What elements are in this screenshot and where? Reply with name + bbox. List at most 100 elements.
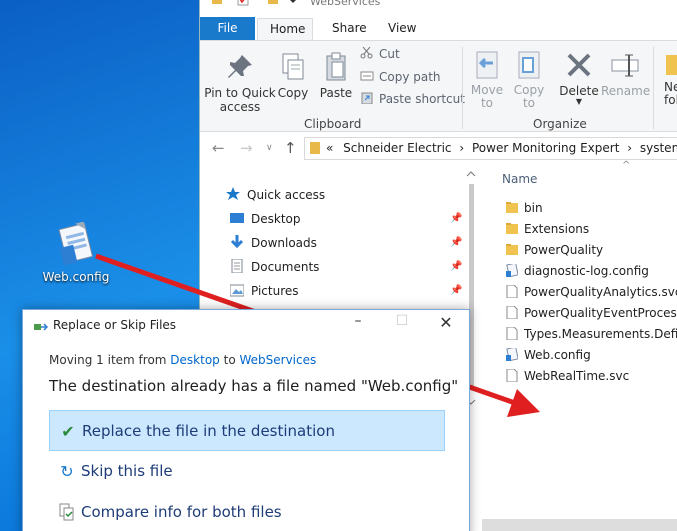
copy-path-button[interactable]: Copy path — [360, 70, 441, 84]
sidebar-item-label: Pictures — [251, 284, 299, 298]
paste-shortcut-button[interactable]: Paste shortcut — [360, 92, 465, 106]
sidebar-item-quick-access[interactable]: Quick access — [226, 187, 325, 202]
copy-button[interactable]: Copy — [276, 51, 310, 100]
skip-icon: ↻ — [60, 462, 74, 481]
target-link[interactable]: WebServices — [239, 353, 316, 367]
pin-label: Pin to Quick access — [204, 86, 276, 114]
file-list-item[interactable]: diagnostic-log.config — [506, 262, 649, 278]
sidebar-item-downloads[interactable]: Downloads — [230, 235, 317, 250]
replace-option[interactable]: ✔ Replace the file in the destination — [49, 410, 445, 451]
new-folder-button[interactable]: Ne fol — [658, 49, 677, 107]
window-title: WebServices — [310, 0, 381, 8]
chevron-right-icon: › — [627, 141, 633, 155]
paste-icon — [320, 51, 352, 83]
delete-button[interactable]: Delete ▼ — [557, 49, 601, 106]
config-file-icon — [506, 262, 519, 278]
file-list-item[interactable]: WebRealTime.svc — [506, 368, 630, 383]
ribbon-home: Pin to Quick access Copy Paste Cut Copy … — [200, 40, 677, 132]
file-list-item[interactable]: PowerQuality — [506, 243, 603, 257]
tab-file[interactable]: File — [200, 17, 255, 40]
pictures-icon — [229, 283, 245, 297]
address-overflow[interactable]: « — [326, 141, 333, 155]
rename-button[interactable]: Rename — [601, 49, 651, 98]
paste-button[interactable]: Paste — [317, 51, 355, 100]
file-list-item[interactable]: Web.config — [506, 346, 591, 362]
file-list-hscrollbar[interactable] — [482, 519, 677, 531]
navigation-pane: Quick access Desktop Downloads Documents… — [200, 165, 480, 315]
folder-icon — [658, 49, 677, 81]
chevron-right-icon: › — [459, 141, 465, 155]
replace-option-label: Replace the file in the destination — [82, 422, 335, 440]
sidebar-item-label: Documents — [251, 260, 320, 274]
tab-view[interactable]: View — [376, 18, 428, 40]
forward-icon[interactable]: → — [240, 139, 253, 157]
file-icon — [506, 305, 518, 320]
organize-group-label: Organize — [533, 117, 587, 131]
sidebar-item-pictures[interactable]: Pictures — [229, 283, 299, 298]
file-list-item[interactable]: Types.Measurements.Definitio — [506, 326, 677, 341]
file-list-item[interactable]: PowerQualityEventProcessor. — [506, 305, 677, 320]
moving-status: Moving 1 item from Desktop to WebService… — [49, 353, 316, 367]
chevron-down-icon[interactable]: ∨ — [266, 143, 273, 153]
skip-option[interactable]: ↻ Skip this file — [49, 451, 445, 492]
copy-to-icon — [513, 49, 545, 81]
breadcrumb-2[interactable]: Power Monitoring Expert — [472, 141, 619, 155]
cut-button[interactable]: Cut — [360, 46, 400, 61]
star-icon — [226, 187, 240, 201]
pin-icon: 📌 — [450, 213, 463, 224]
file-list-item[interactable]: PowerQualityAnalytics.svc — [506, 284, 677, 299]
file-name: PowerQualityEventProcessor. — [524, 306, 677, 320]
download-icon — [230, 235, 244, 249]
cut-label: Cut — [379, 47, 400, 61]
move-to-icon — [471, 49, 503, 81]
file-name: bin — [524, 201, 543, 215]
conflict-message: The destination already has a file named… — [49, 377, 459, 395]
title-bar: WebServices — [200, 0, 677, 14]
breadcrumb-3[interactable]: system — [640, 141, 677, 155]
file-name: Extensions — [524, 222, 590, 236]
sidebar-item-desktop[interactable]: Desktop — [230, 211, 301, 226]
file-icon — [506, 368, 518, 383]
pin-quick-access-button[interactable]: Pin to Quick access — [204, 51, 276, 114]
source-link[interactable]: Desktop — [170, 353, 220, 367]
sidebar-item-documents[interactable]: Documents — [230, 258, 320, 274]
quick-access-toolbar[interactable] — [206, 0, 301, 13]
group-separator — [462, 47, 463, 129]
minimize-button[interactable]: – — [343, 313, 373, 335]
paste-shortcut-icon — [360, 92, 374, 105]
pin-icon: 📌 — [450, 237, 463, 248]
file-icon — [506, 326, 518, 341]
file-name: WebRealTime.svc — [524, 369, 630, 383]
close-button[interactable]: ✕ — [431, 313, 461, 335]
file-list-item[interactable]: Extensions — [506, 222, 589, 236]
move-to-button[interactable]: Move to — [468, 49, 506, 110]
address-bar-row: ← → ∨ ↑ « Schneider Electric › Power Mon… — [200, 137, 677, 161]
moving-to: to — [219, 353, 240, 367]
file-icon — [506, 284, 518, 299]
folder-icon — [506, 243, 518, 256]
config-file-icon — [56, 221, 96, 266]
folder-icon — [506, 201, 518, 214]
address-bar[interactable]: « Schneider Electric › Power Monitoring … — [304, 137, 677, 160]
file-name: Web.config — [524, 348, 591, 362]
pin-icon: 📌 — [450, 285, 463, 296]
file-name: Types.Measurements.Definitio — [524, 327, 677, 341]
breadcrumb-1[interactable]: Schneider Electric — [343, 141, 451, 155]
copy-to-button[interactable]: Copy to — [510, 49, 548, 110]
delete-label: Delete — [559, 84, 599, 98]
column-header-name[interactable]: Name — [502, 172, 537, 186]
group-separator — [653, 47, 654, 129]
ribbon-tabs: File Home Share View — [200, 14, 677, 40]
rename-label: Rename — [601, 84, 651, 98]
up-icon[interactable]: ↑ — [284, 139, 297, 157]
desktop-icon-label: Web.config — [42, 270, 110, 284]
file-list-item[interactable]: bin — [506, 201, 543, 215]
maximize-button[interactable]: ☐ — [387, 313, 417, 335]
clipboard-group-label: Clipboard — [304, 117, 362, 131]
back-icon[interactable]: ← — [212, 139, 225, 157]
folder-icon — [310, 142, 320, 154]
compare-option[interactable]: Compare info for both files — [49, 492, 445, 531]
tab-home[interactable]: Home — [257, 18, 313, 40]
desktop-icon-web-config[interactable]: Web.config — [40, 221, 112, 284]
tab-share[interactable]: Share — [320, 18, 379, 40]
